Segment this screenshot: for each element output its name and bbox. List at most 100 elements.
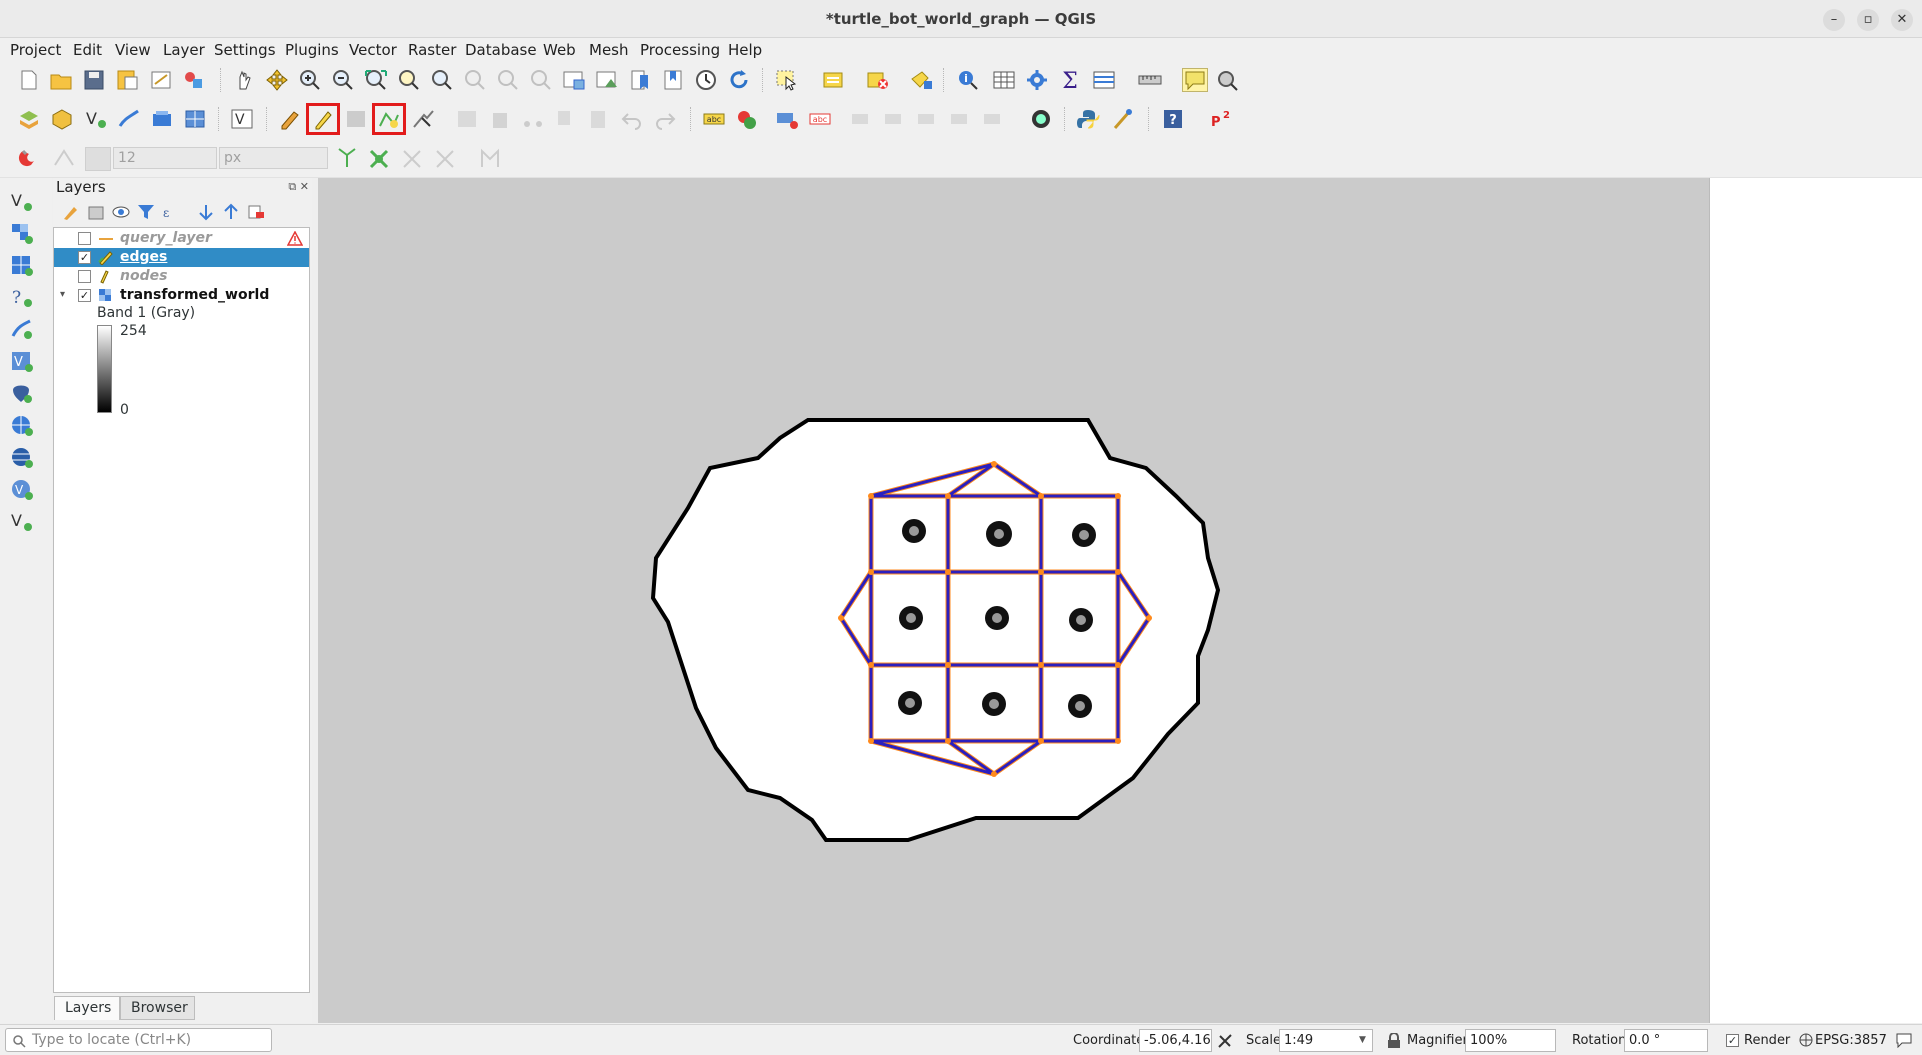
- select-by-value-icon[interactable]: [822, 69, 846, 91]
- close-button[interactable]: ✕: [1891, 9, 1913, 31]
- rotation-spinbox[interactable]: 0.0 °: [1624, 1029, 1708, 1052]
- chevron-down-icon[interactable]: ▼: [1359, 1035, 1366, 1045]
- temporal-controller-icon[interactable]: [694, 69, 718, 91]
- grass-plugin-icon[interactable]: [1029, 108, 1053, 130]
- processing-toolbox-icon[interactable]: [1025, 69, 1049, 91]
- snapping-type-icon[interactable]: [85, 147, 111, 171]
- statistical-summary-icon[interactable]: Σ: [1058, 69, 1082, 91]
- menu-project[interactable]: Project: [10, 41, 61, 59]
- crs-globe-icon[interactable]: [1799, 1033, 1813, 1047]
- label-toolbar-icon[interactable]: abc: [702, 108, 726, 130]
- zoom-last-icon[interactable]: [496, 69, 520, 91]
- menu-edit[interactable]: Edit: [73, 41, 102, 59]
- new-virtual-layer-icon[interactable]: [150, 108, 174, 130]
- help-icon[interactable]: ?: [1161, 108, 1185, 130]
- coordinate-input[interactable]: -5.06,4.16: [1139, 1029, 1212, 1052]
- map-tips-icon[interactable]: [1182, 68, 1208, 92]
- rotate-label-icon[interactable]: [882, 108, 906, 130]
- add-spatialite-layer-icon[interactable]: V: [10, 350, 34, 372]
- warning-icon[interactable]: [287, 231, 303, 246]
- new-3d-view-icon[interactable]: [595, 69, 619, 91]
- select-location-icon[interactable]: [910, 69, 934, 91]
- print-layout-icon[interactable]: [149, 69, 173, 91]
- manage-map-themes-icon[interactable]: [112, 203, 130, 221]
- copy-features-icon[interactable]: [554, 108, 578, 130]
- menu-web[interactable]: Web: [543, 41, 576, 59]
- save-edits-icon[interactable]: [344, 108, 368, 130]
- add-raster-layer-icon[interactable]: [10, 222, 34, 244]
- filter-by-expression-icon[interactable]: ε: [162, 203, 180, 221]
- new-project-icon[interactable]: [17, 69, 41, 91]
- menu-mesh[interactable]: Mesh: [589, 41, 629, 59]
- menu-raster[interactable]: Raster: [408, 41, 456, 59]
- coordinate-toggle-icon[interactable]: [1217, 1033, 1233, 1049]
- zoom-out-icon[interactable]: [331, 69, 355, 91]
- layer-row-query-layer[interactable]: query_layer: [54, 229, 309, 248]
- lock-icon[interactable]: [1387, 1033, 1401, 1049]
- add-raster-icon[interactable]: [183, 108, 207, 130]
- delete-selected-icon[interactable]: [488, 108, 512, 130]
- show-bookmarks-icon[interactable]: [661, 69, 685, 91]
- zoom-next-icon[interactable]: [529, 69, 553, 91]
- snapping-layers-icon[interactable]: [52, 147, 76, 169]
- layer-row-transformed-world[interactable]: ▾ ✓ transformed_world: [54, 286, 309, 305]
- vertex-tool-icon[interactable]: [412, 108, 436, 130]
- label-properties-icon[interactable]: [981, 108, 1005, 130]
- layer-visibility-checkbox[interactable]: [78, 232, 91, 245]
- toggle-editing-icon[interactable]: [306, 103, 340, 135]
- new-map-view-icon[interactable]: [562, 69, 586, 91]
- tab-layers[interactable]: Layers: [54, 996, 120, 1020]
- undo-icon[interactable]: [620, 108, 644, 130]
- remove-layer-icon[interactable]: [247, 203, 265, 221]
- measure-icon[interactable]: [1138, 69, 1162, 91]
- crs-label[interactable]: EPSG:3857: [1815, 1033, 1887, 1048]
- move-label-icon[interactable]: [849, 108, 873, 130]
- modify-attributes-icon[interactable]: [455, 108, 479, 130]
- style-manager-icon[interactable]: [182, 69, 206, 91]
- expand-all-icon[interactable]: [197, 203, 215, 221]
- locator-options-icon[interactable]: [1216, 69, 1240, 91]
- menu-database[interactable]: Database: [465, 41, 537, 59]
- minimize-button[interactable]: –: [1823, 9, 1845, 31]
- refresh-icon[interactable]: [727, 69, 751, 91]
- magnifier-spinbox[interactable]: 100%: [1465, 1029, 1556, 1052]
- add-group-icon[interactable]: [87, 203, 105, 221]
- zoom-full-icon[interactable]: [364, 69, 388, 91]
- data-source-manager-icon[interactable]: [17, 108, 41, 130]
- open-layer-styling-icon[interactable]: [62, 203, 80, 221]
- change-label-icon[interactable]: [915, 108, 939, 130]
- menu-plugins[interactable]: Plugins: [285, 41, 339, 59]
- p2-plugin-icon[interactable]: P2: [1209, 108, 1233, 130]
- move-diagram-icon[interactable]: [948, 108, 972, 130]
- open-attribute-table-icon[interactable]: [992, 69, 1016, 91]
- new-shapefile-icon[interactable]: V: [84, 108, 108, 130]
- show-hide-labels-icon[interactable]: abc: [808, 108, 832, 130]
- render-checkbox[interactable]: ✓: [1726, 1034, 1739, 1047]
- scale-dependent-snapping-icon[interactable]: [479, 147, 503, 169]
- save-as-icon[interactable]: [115, 69, 139, 91]
- expand-arrow-icon[interactable]: ▾: [60, 289, 65, 300]
- add-virtual-layer-icon[interactable]: V: [10, 478, 34, 500]
- layer-row-edges[interactable]: ✓ edges: [54, 248, 309, 267]
- diagram-options-icon[interactable]: [735, 108, 759, 130]
- self-snapping-icon[interactable]: [433, 147, 457, 169]
- add-wfs-layer-icon[interactable]: [10, 446, 34, 468]
- python-console-icon[interactable]: [1076, 108, 1100, 130]
- tab-browser[interactable]: Browser: [120, 996, 195, 1020]
- menu-processing[interactable]: Processing: [640, 41, 720, 59]
- add-postgis-layer-icon[interactable]: [10, 382, 34, 404]
- topological-editing-icon[interactable]: [335, 147, 359, 169]
- maximize-button[interactable]: ▫: [1857, 9, 1879, 31]
- deselect-features-icon[interactable]: [866, 69, 890, 91]
- map-canvas[interactable]: [318, 178, 1709, 1023]
- snapping-magnet-icon[interactable]: [17, 147, 41, 169]
- pan-to-selection-icon[interactable]: [265, 69, 289, 91]
- zoom-native-icon[interactable]: [463, 69, 487, 91]
- paste-features-icon[interactable]: [587, 108, 611, 130]
- panel-float-close-buttons[interactable]: ⧉ ✕: [288, 180, 309, 194]
- tracing-icon[interactable]: [400, 147, 424, 169]
- identify-features-icon[interactable]: i: [956, 69, 980, 91]
- filter-legend-icon[interactable]: [137, 203, 155, 221]
- zoom-to-layer-icon[interactable]: [430, 69, 454, 91]
- redo-icon[interactable]: [653, 108, 677, 130]
